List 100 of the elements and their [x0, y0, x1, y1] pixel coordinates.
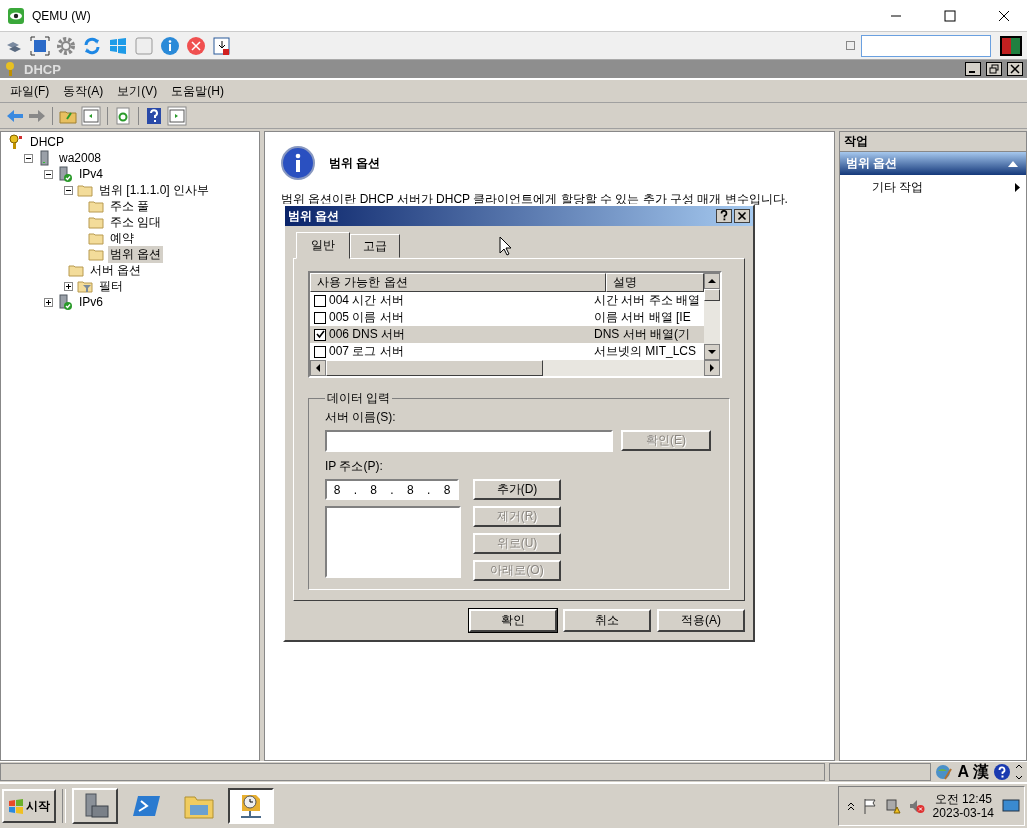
scrollbar[interactable]	[704, 273, 720, 360]
checkbox[interactable]	[314, 311, 326, 324]
tree-item[interactable]: 서버 옵션	[88, 261, 144, 279]
show-hidden-icons-icon[interactable]	[846, 801, 855, 811]
options-icon[interactable]	[1015, 763, 1023, 781]
windows-logo-icon[interactable]	[108, 35, 128, 56]
help-icon[interactable]	[145, 106, 163, 125]
option-item[interactable]: 004 시간 서버	[310, 292, 592, 309]
checkbox[interactable]	[314, 345, 326, 358]
column-header[interactable]: 사용 가능한 옵션	[310, 273, 606, 292]
stop-icon[interactable]	[186, 35, 206, 56]
flag-icon[interactable]	[862, 798, 877, 814]
actions-header: 작업	[840, 132, 1026, 152]
speaker-muted-icon[interactable]	[908, 798, 925, 814]
minimize-icon[interactable]	[965, 62, 981, 76]
ip-address-field[interactable]: 8 . 8 . 8 . 8	[325, 479, 459, 500]
close-icon[interactable]	[998, 9, 1010, 22]
console-title: DHCP	[24, 61, 61, 77]
tree-item[interactable]: IPv4	[77, 167, 105, 181]
menu-item[interactable]: 파일(F)	[10, 82, 50, 100]
tree-item[interactable]: 주소 풀	[108, 197, 152, 215]
action-item[interactable]: 기타 작업	[872, 179, 924, 196]
network-warning-icon[interactable]	[884, 798, 901, 814]
server-name-field[interactable]	[325, 430, 613, 452]
input-mode-indicator[interactable]: 漢	[973, 761, 989, 783]
option-item[interactable]: 007 로그 서버	[310, 343, 592, 360]
scroll-thumb[interactable]	[704, 289, 720, 301]
tree-item[interactable]: DHCP	[28, 135, 66, 149]
tree-item[interactable]: 범위 옵션	[108, 245, 164, 263]
list-action-button[interactable]: 추가(D)	[473, 479, 561, 500]
tree-item[interactable]: 범위 [1.1.1.0] 인사부	[97, 181, 212, 199]
input-mode-indicator[interactable]: A	[957, 763, 969, 781]
refresh-icon[interactable]	[82, 35, 102, 56]
tree-item[interactable]: 필터	[97, 277, 125, 295]
close-icon[interactable]	[1007, 62, 1023, 76]
folder-icon	[68, 262, 84, 278]
scroll-thumb[interactable]	[326, 360, 543, 376]
checkbox[interactable]	[314, 328, 326, 341]
settings-icon[interactable]	[56, 35, 76, 56]
checkbox[interactable]	[314, 294, 326, 307]
pane-toggle-icon[interactable]	[81, 105, 101, 126]
expand-icon[interactable]	[44, 297, 53, 307]
scroll-left-icon[interactable]	[310, 360, 326, 376]
group-title: 데이터 입력	[326, 390, 392, 407]
collapse-arrow-icon[interactable]	[1008, 160, 1018, 167]
menu-item[interactable]: 도움말(H)	[171, 82, 224, 100]
address-list[interactable]	[325, 506, 461, 578]
option-item[interactable]: 005 이름 서버	[310, 309, 592, 326]
collapse-icon[interactable]	[24, 153, 33, 163]
maximize-icon[interactable]	[944, 9, 956, 22]
window-title: QEMU (W)	[32, 8, 91, 23]
dhcp-icon	[8, 134, 24, 150]
scroll-down-icon[interactable]	[704, 344, 720, 360]
dialog-button[interactable]: 확인	[469, 609, 557, 632]
folder-icon	[88, 198, 104, 214]
tree-item[interactable]: wa2008	[57, 151, 104, 165]
fullscreen-icon[interactable]	[30, 35, 50, 56]
column-header[interactable]: 설명	[606, 273, 704, 292]
input-field[interactable]	[861, 34, 991, 57]
tab[interactable]: 고급	[350, 234, 400, 258]
tree-item[interactable]: IPv6	[77, 295, 105, 309]
help-icon[interactable]	[993, 763, 1011, 781]
folder-icon	[88, 214, 104, 230]
menu-item[interactable]: 동작(A)	[63, 82, 104, 100]
collapse-icon[interactable]	[64, 185, 73, 195]
option-item[interactable]: 006 DNS 서버	[310, 326, 592, 343]
pane-toggle-icon[interactable]	[167, 105, 187, 126]
info-icon[interactable]	[160, 35, 180, 56]
dialog-button[interactable]: 취소	[563, 609, 651, 632]
dialog-title: 범위 옵션	[288, 207, 340, 225]
submenu-arrow-icon[interactable]	[1015, 183, 1020, 192]
clock-date: 2023-03-14	[932, 806, 994, 820]
taskbar-button[interactable]	[228, 788, 274, 824]
tab[interactable]: 일반	[296, 232, 350, 259]
scrollbar[interactable]	[310, 360, 720, 376]
info-icon	[281, 146, 315, 180]
scroll-up-icon[interactable]	[704, 273, 720, 289]
folder-icon	[77, 182, 93, 198]
close-icon[interactable]	[734, 209, 750, 223]
expand-icon[interactable]	[64, 281, 73, 291]
collapse-icon[interactable]	[44, 169, 53, 179]
menu-item[interactable]: 보기(V)	[117, 82, 158, 100]
folder-icon	[88, 230, 104, 246]
server-check-icon	[57, 294, 73, 310]
tree-item[interactable]: 주소 임대	[108, 213, 164, 231]
dialog-button[interactable]: 적용(A)	[657, 609, 745, 632]
eye-icon	[8, 7, 24, 24]
window-download-icon[interactable]	[212, 35, 232, 56]
restore-icon[interactable]	[986, 62, 1002, 76]
scroll-right-icon[interactable]	[704, 360, 720, 376]
color-swatch-icon[interactable]	[999, 34, 1023, 57]
folder-icon	[88, 246, 104, 262]
show-desktop-icon[interactable]	[1002, 798, 1020, 814]
powershell-icon	[132, 793, 162, 819]
help-icon[interactable]	[716, 209, 732, 223]
refresh-icon[interactable]	[114, 106, 132, 125]
start-button[interactable]: 시작	[2, 789, 56, 823]
tree-item[interactable]: 예약	[108, 229, 136, 247]
filter-folder-icon	[77, 278, 93, 294]
server-check-icon	[57, 166, 73, 182]
